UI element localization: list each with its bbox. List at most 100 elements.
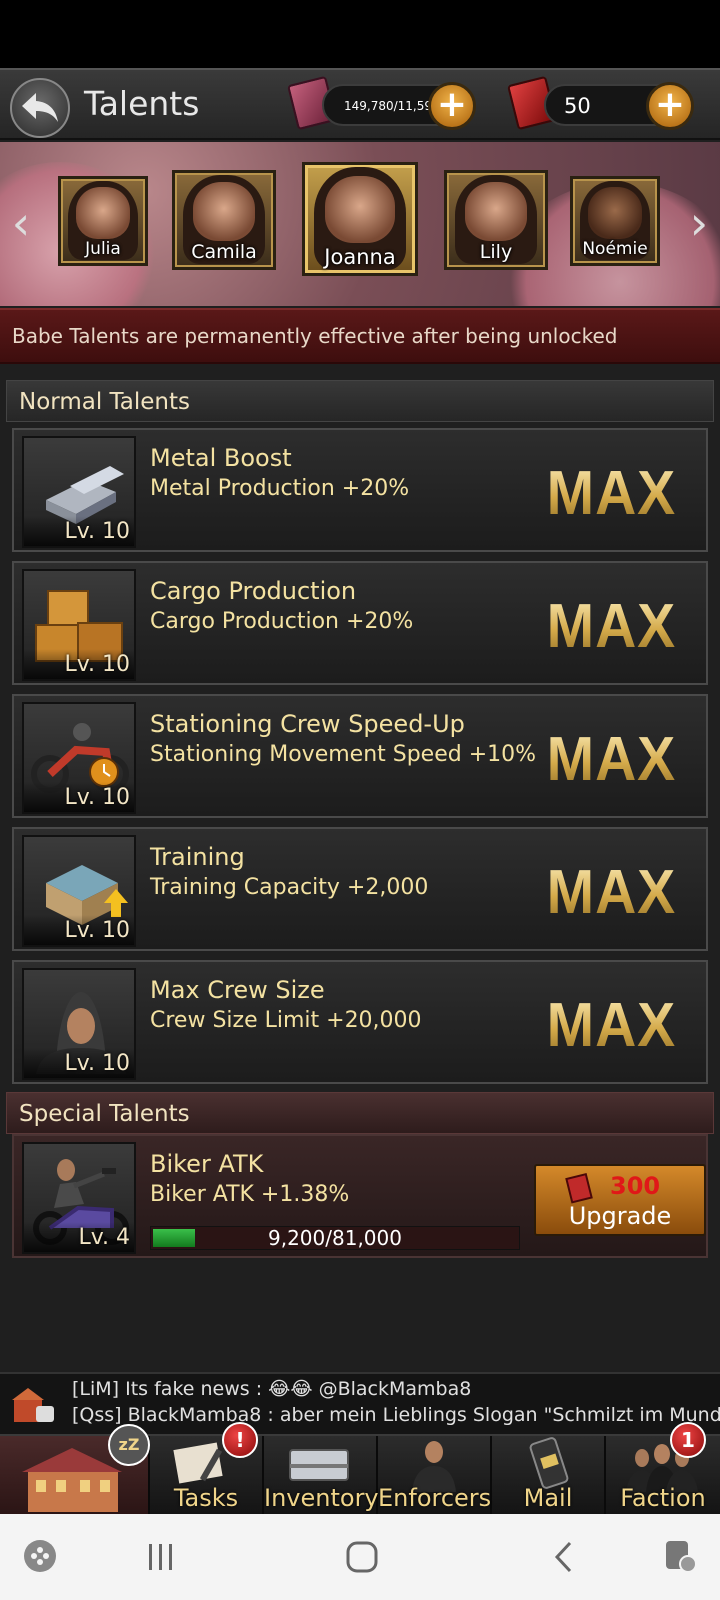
chat-line-1: [LiM] Its fake news : 😂😂 @BlackMamba8 [72,1378,472,1400]
section-title: Special Talents [19,1101,190,1127]
chat-building-icon [12,1388,54,1422]
talent-level: Lv. 10 [64,785,130,810]
portrait-face [192,182,256,241]
header: Talents 149,780/11,590 + 50 + [0,68,720,140]
portrait-face [324,175,396,243]
babe-portrait-julia[interactable]: Julia [58,176,148,266]
game-launcher-icon[interactable] [22,1538,58,1574]
faction-count-badge: 1 [670,1422,706,1458]
add-talent-points-button[interactable]: + [428,82,476,130]
upgrade-cost: 300 [610,1172,661,1200]
screen-capture-icon[interactable] [662,1538,698,1574]
sleep-badge: zZ [108,1424,150,1466]
portrait-face [76,187,130,240]
tab-home[interactable]: zZ [0,1424,150,1516]
talent-thumb: Lv. 10 [22,436,136,548]
talent-thumb: Lv. 10 [22,702,136,814]
app-root: Talents 149,780/11,590 + 50 + ‹ › Julia … [0,0,720,1600]
talent-row-biker-atk[interactable]: Lv. 4 Biker ATK Biker ATK +1.38% 9,200/8… [12,1134,708,1258]
babe-portrait-noemie[interactable]: Noémie [570,176,660,266]
home-icon[interactable] [345,1540,379,1574]
max-label: MAX [546,592,677,661]
max-label: MAX [546,858,677,927]
talent-desc: Biker ATK +1.38% [150,1182,350,1207]
upgrade-label: Upgrade [568,1202,672,1230]
talent-desc: Cargo Production +20% [150,609,414,634]
talent-desc: Training Capacity +2,000 [150,875,429,900]
babe-portrait-camila[interactable]: Camila [172,170,276,270]
talent-row-stationing-crew-speed-up[interactable]: Lv. 10 Stationing Crew Speed-Up Stationi… [12,694,708,818]
chat-ticker[interactable]: [LiM] Its fake news : 😂😂 @BlackMamba8 [Q… [0,1372,720,1434]
inventory-case-icon [289,1449,349,1481]
talent-level: Lv. 10 [64,1051,130,1076]
babe-name: Joanna [324,245,396,269]
back-icon[interactable] [552,1540,576,1574]
add-books-button[interactable]: + [646,82,694,130]
tab-mail[interactable]: Mail [492,1436,606,1516]
babe-name: Lily [479,241,513,263]
babe-portrait-lily[interactable]: Lily [444,170,548,270]
prev-babe-arrow-icon[interactable]: ‹ [6,198,36,248]
talent-name: Stationing Crew Speed-Up [150,710,465,738]
section-normal-talents: Normal Talents [6,380,714,422]
talent-level: Lv. 10 [64,918,130,943]
portrait-face [464,182,528,241]
tab-enforcers[interactable]: Enforcers [378,1436,492,1516]
red-book-icon [565,1172,593,1204]
page-title: Talents [84,84,200,123]
next-babe-arrow-icon[interactable]: › [684,198,714,248]
tab-label: Mail [523,1484,573,1512]
tab-label: Faction [620,1484,706,1512]
talent-name: Cargo Production [150,577,357,605]
tab-label: Tasks [173,1484,239,1512]
resource-bar-books: 50 + [544,82,694,130]
chat-line-2: [Qss] BlackMamba8 : aber mein Lieblings … [72,1404,720,1426]
recents-icon[interactable] [146,1542,176,1572]
talent-desc: Metal Production +20% [150,476,410,501]
tab-inventory[interactable]: Inventory [264,1436,379,1516]
talent-thumb: Lv. 10 [22,968,136,1080]
babe-name: Camila [191,241,257,263]
section-title: Normal Talents [19,389,190,415]
talent-row-metal-boost[interactable]: Lv. 10 Metal Boost Metal Production +20%… [12,428,708,552]
talent-row-cargo-production[interactable]: Lv. 10 Cargo Production Cargo Production… [12,561,708,685]
tab-label: Inventory [264,1484,379,1512]
back-arrow-icon [22,93,58,122]
back-button[interactable] [10,78,70,138]
resource-books-value: 50 [564,94,591,118]
babe-name: Julia [85,239,121,259]
status-bar [0,0,720,68]
system-nav-bar [0,1514,720,1600]
talent-name: Training [150,843,245,871]
tab-label: Enforcers [378,1484,492,1512]
talent-level: Lv. 10 [64,652,130,677]
tab-tasks[interactable]: ! Tasks [150,1422,264,1516]
max-label: MAX [546,459,677,528]
babe-selector: ‹ › Julia Camila Joanna Lily Noémie [0,142,720,306]
talent-progress-bar: 9,200/81,000 [150,1226,520,1250]
talent-level: Lv. 4 [78,1225,130,1250]
max-label: MAX [546,725,677,794]
resource-talent-points-value: 149,780/11,590 [344,99,440,113]
bottom-tab-bar: zZ ! Tasks Inventory Enforcers Mail 1 Fa… [0,1422,720,1516]
talent-desc: Stationing Movement Speed +10% [150,742,537,767]
resource-bar-talent-points: 149,780/11,590 + [322,82,476,130]
section-special-talents: Special Talents [6,1092,714,1134]
tab-faction[interactable]: 1 Faction [606,1422,720,1516]
portrait-face [588,187,642,240]
talent-row-max-crew-size[interactable]: Lv. 10 Max Crew Size Crew Size Limit +20… [12,960,708,1084]
talent-level: Lv. 10 [64,519,130,544]
max-label: MAX [546,991,677,1060]
upgrade-button[interactable]: 300 Upgrade [534,1164,706,1236]
talent-name: Max Crew Size [150,976,325,1004]
talent-name: Metal Boost [150,444,292,472]
talent-thumb: Lv. 10 [22,835,136,947]
notice-text: Babe Talents are permanently effective a… [12,324,618,348]
talent-desc: Crew Size Limit +20,000 [150,1008,422,1033]
tasks-alert-badge: ! [222,1422,258,1458]
talent-notice: Babe Talents are permanently effective a… [0,308,720,364]
babe-portrait-joanna-selected[interactable]: Joanna [302,162,418,276]
talent-thumb: Lv. 4 [22,1142,136,1254]
talent-row-training[interactable]: Lv. 10 Training Training Capacity +2,000… [12,827,708,951]
talent-thumb: Lv. 10 [22,569,136,681]
